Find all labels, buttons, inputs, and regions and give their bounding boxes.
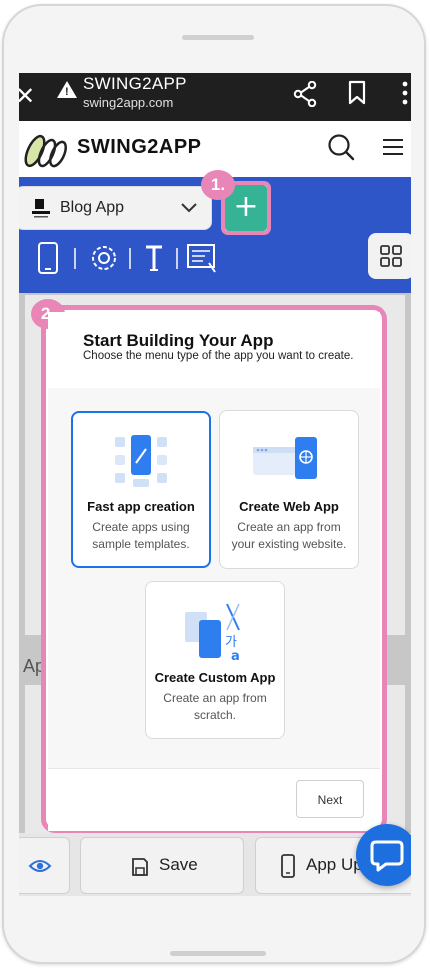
mobile-icon — [281, 854, 295, 878]
share-icon[interactable] — [293, 81, 317, 107]
custom-app-illustration-icon: 가 a — [185, 603, 240, 662]
browser-toolbar: ✕ ! SWING2APP swing2app.com — [19, 73, 411, 121]
phone-speaker — [182, 35, 254, 40]
brand-name[interactable]: SWING2APP — [77, 136, 202, 159]
custom-glyph: 가 — [225, 635, 237, 650]
browser-url[interactable]: swing2app.com — [83, 95, 173, 110]
bookmark-icon[interactable] — [347, 80, 367, 106]
custom-glyph-2: a — [231, 649, 240, 662]
grid-view-button[interactable] — [368, 233, 411, 279]
warning-mark: ! — [65, 86, 69, 98]
create-web-app-card[interactable]: Create Web App Create an app from your e… — [219, 410, 359, 569]
app-badge-icon — [32, 199, 50, 219]
save-button[interactable]: Save — [80, 837, 244, 894]
close-icon[interactable]: ✕ — [19, 82, 35, 110]
more-icon[interactable] — [401, 79, 409, 107]
chat-button[interactable] — [356, 824, 411, 886]
phone-icon[interactable] — [38, 242, 58, 274]
save-icon — [132, 858, 148, 876]
save-label: Save — [159, 855, 198, 874]
card-title: Fast app creation — [87, 499, 195, 514]
screen: ✕ ! SWING2APP swing2app.com SWING2APP Bl… — [19, 73, 411, 896]
card-description: Create an app from your existing website… — [231, 520, 347, 551]
app-update-label: App Up — [306, 855, 363, 874]
create-custom-app-card[interactable]: 가 a Create Custom App Create an app from… — [145, 581, 285, 739]
card-description: Create an app from scratch. — [163, 691, 267, 722]
card-title: Create Web App — [239, 499, 339, 514]
modal-title: Start Building Your App — [83, 331, 274, 350]
grid-icon — [380, 245, 402, 267]
fast-app-creation-card[interactable]: Fast app creation Create apps using samp… — [71, 411, 211, 568]
card-description: Create apps using sample templates. — [92, 520, 190, 551]
search-icon[interactable] — [327, 133, 355, 161]
tool-icons — [38, 242, 216, 274]
template-illustration-icon — [115, 435, 167, 487]
gear-icon[interactable] — [92, 246, 116, 270]
web-app-illustration-icon — [253, 437, 317, 479]
hamburger-menu-icon[interactable] — [383, 138, 403, 156]
next-button[interactable]: Next — [296, 780, 364, 818]
preview-button[interactable] — [19, 837, 70, 894]
app-name: Blog App — [60, 199, 125, 216]
app-select-dropdown[interactable]: Blog App — [19, 186, 212, 230]
browser-site-title: SWING2APP — [83, 74, 187, 93]
list-icon[interactable] — [187, 244, 216, 273]
text-icon[interactable] — [146, 245, 162, 271]
chevron-down-icon — [181, 203, 197, 213]
callout-1: 1. — [201, 170, 235, 200]
phone-home-bar — [170, 951, 266, 956]
site-header: SWING2APP — [19, 121, 411, 177]
card-title: Create Custom App — [154, 670, 276, 685]
logo-icon[interactable] — [23, 123, 73, 173]
chat-icon — [370, 840, 404, 872]
eye-icon — [28, 860, 52, 872]
modal-subtitle: Choose the menu type of the app you want… — [83, 350, 354, 362]
